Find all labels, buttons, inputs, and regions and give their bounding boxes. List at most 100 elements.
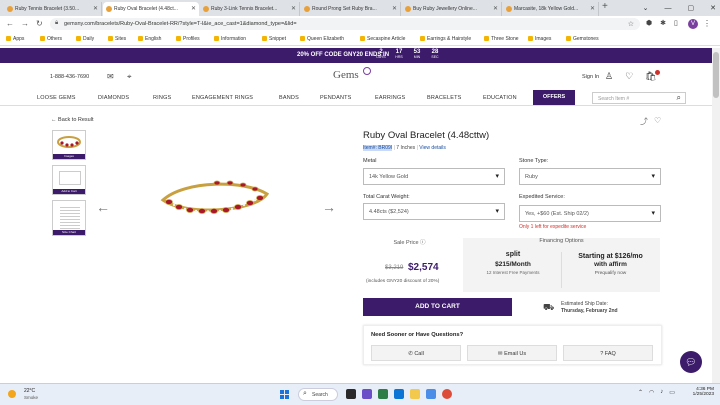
- maximize-icon[interactable]: ▢: [688, 4, 695, 12]
- bookmark-item[interactable]: Daily: [76, 36, 94, 42]
- thumbnail-add-to-cart[interactable]: Add to Cart: [52, 165, 86, 195]
- close-icon[interactable]: ✕: [93, 5, 98, 12]
- page-scrollbar[interactable]: [712, 48, 720, 383]
- browser-tab[interactable]: Marcasite, 18k Yellow Gold... ✕: [503, 2, 599, 16]
- new-tab-button[interactable]: +: [602, 1, 608, 12]
- wishlist-heart-icon[interactable]: ♡: [654, 116, 661, 127]
- bookmark-item[interactable]: Sites: [108, 36, 126, 42]
- bookmark-item[interactable]: English: [138, 36, 161, 42]
- close-icon[interactable]: ✕: [493, 5, 498, 12]
- carat-weight-select[interactable]: 4.48cts ($2,524) ▾: [363, 203, 505, 220]
- info-icon[interactable]: ⓘ: [420, 240, 426, 246]
- metal-select[interactable]: 14k Yellow Gold ▾: [363, 168, 505, 185]
- bookmark-item[interactable]: Others: [40, 36, 62, 42]
- nav-rings[interactable]: RINGS: [153, 95, 171, 101]
- bookmark-item[interactable]: Information: [214, 36, 246, 42]
- url-bar[interactable]: 🔒︎ gemsny.com/bracelets/Ruby-Oval-Bracel…: [50, 18, 640, 30]
- prev-image-arrow-icon[interactable]: ←: [96, 199, 110, 215]
- back-arrow-icon[interactable]: ←: [6, 19, 14, 28]
- bookmark-star-icon[interactable]: ☆: [628, 20, 634, 28]
- browser-tab[interactable]: Ruby Tennis Bracelet (3.50... ✕: [4, 2, 102, 16]
- bookmark-item[interactable]: Apps: [6, 36, 24, 42]
- extension-icon[interactable]: ⬢: [646, 19, 652, 27]
- back-to-results-link[interactable]: ← Back to Result: [51, 117, 94, 123]
- close-icon[interactable]: ✕: [590, 5, 595, 12]
- site-logo[interactable]: Gems: [333, 67, 371, 81]
- email-us-button[interactable]: ✉ Email Us: [467, 345, 557, 361]
- close-icon[interactable]: ✕: [392, 5, 397, 12]
- affirm-option[interactable]: Starting at $126/mo with affirm Prequali…: [563, 253, 658, 276]
- bookmark-item[interactable]: Gemstones: [566, 36, 599, 42]
- nav-bands[interactable]: BANDS: [279, 95, 299, 101]
- nav-engagement-rings[interactable]: ENGAGEMENT RINGS: [192, 95, 253, 101]
- nav-loose-gems[interactable]: LOOSE GEMS: [37, 95, 76, 101]
- user-icon[interactable]: ♙: [605, 71, 613, 82]
- add-to-cart-button[interactable]: ADD TO CART: [363, 298, 512, 316]
- close-icon[interactable]: ✕: [191, 5, 196, 12]
- search-icon[interactable]: ⌕: [677, 93, 681, 103]
- puzzle-icon[interactable]: ✱: [660, 19, 666, 27]
- browser-tab[interactable]: Round Prong Set Ruby Bra... ✕: [301, 2, 401, 16]
- sidebar-icon[interactable]: ▯: [674, 19, 678, 27]
- volume-icon[interactable]: ♪: [660, 389, 663, 396]
- bookmark-item[interactable]: Three Stone: [484, 36, 519, 42]
- scrollbar-thumb[interactable]: [713, 52, 719, 98]
- cart-icon[interactable]: 🛍︎: [645, 70, 660, 82]
- expedited-select[interactable]: Yes, +$60 (Est. Ship 02/2) ▾: [519, 205, 661, 222]
- chat-bubble-icon[interactable]: 💬︎: [680, 351, 702, 373]
- bookmark-item[interactable]: Snippet: [262, 36, 286, 42]
- browser-tab[interactable]: Buy Ruby Jewellery Online... ✕: [402, 2, 502, 16]
- battery-icon[interactable]: ▭: [669, 389, 675, 396]
- faq-button[interactable]: ? FAQ: [563, 345, 653, 361]
- wifi-icon[interactable]: ◠: [649, 389, 654, 396]
- nav-bracelets[interactable]: BRACELETS: [427, 95, 462, 101]
- call-button[interactable]: ✆ Call: [371, 345, 461, 361]
- minimize-icon[interactable]: —: [665, 5, 672, 12]
- forward-arrow-icon[interactable]: →: [21, 19, 29, 28]
- close-icon[interactable]: ✕: [291, 5, 296, 12]
- chrome-icon[interactable]: [442, 389, 452, 399]
- close-window-icon[interactable]: ✕: [710, 4, 716, 12]
- nav-pendants[interactable]: PENDANTS: [320, 95, 352, 101]
- prequalify-link[interactable]: Prequalify now: [563, 271, 658, 276]
- next-image-arrow-icon[interactable]: →: [322, 199, 336, 215]
- skype-icon[interactable]: [394, 389, 404, 399]
- share-icon[interactable]: ⤴: [640, 116, 648, 127]
- envelope-icon[interactable]: ✉: [107, 72, 114, 81]
- site-search-input[interactable]: Search Item # ⌕: [592, 92, 686, 104]
- nav-diamonds[interactable]: DIAMONDS: [98, 95, 129, 101]
- bookmark-item[interactable]: Profiles: [176, 36, 200, 42]
- windows-start-icon[interactable]: [280, 390, 289, 399]
- thumbnail-size-chart[interactable]: Size Chart: [52, 200, 86, 236]
- profile-avatar[interactable]: V: [688, 19, 698, 29]
- app-icon[interactable]: [378, 389, 388, 399]
- view-details-link[interactable]: View details: [419, 145, 446, 151]
- nav-education[interactable]: EDUCATION: [483, 95, 517, 101]
- nav-offers[interactable]: OFFERS: [533, 90, 575, 105]
- mail-icon[interactable]: [426, 389, 436, 399]
- chevron-down-icon[interactable]: ⌄: [643, 4, 649, 12]
- chat-app-icon[interactable]: [362, 389, 372, 399]
- bookmark-item[interactable]: Secaspine Article: [360, 36, 405, 42]
- lock-icon[interactable]: 🔒︎: [55, 20, 58, 27]
- sign-in-link[interactable]: Sign In: [582, 74, 599, 80]
- bookmark-item[interactable]: Images: [528, 36, 551, 42]
- bookmark-item[interactable]: Earrings & Hairstyle: [420, 36, 471, 42]
- browser-tab[interactable]: Ruby 3-Link Tennis Bracelet... ✕: [200, 2, 300, 16]
- browser-tab-active[interactable]: Ruby Oval Bracelet (4.48ct... ✕: [103, 2, 199, 16]
- heart-icon[interactable]: ♡: [625, 71, 633, 82]
- phone-number[interactable]: 1-888-436-7690: [50, 74, 89, 80]
- chevron-up-icon[interactable]: ⌃: [638, 389, 643, 396]
- stone-type-select[interactable]: Ruby ▾: [519, 168, 661, 185]
- nav-earrings[interactable]: EARRINGS: [375, 95, 405, 101]
- clock[interactable]: 4:36 PM 1/25/2023: [684, 387, 714, 397]
- reload-icon[interactable]: ↻: [36, 19, 43, 28]
- splitit-option[interactable]: split $215/Month 12 Interest Free Paymen…: [478, 251, 548, 275]
- thumbnail-images[interactable]: Images: [52, 130, 86, 160]
- file-explorer-icon[interactable]: [410, 389, 420, 399]
- bookmark-item[interactable]: Queen Elizabeth: [300, 36, 344, 42]
- task-view-icon[interactable]: [346, 389, 356, 399]
- taskbar-search[interactable]: ⌕ Search: [298, 388, 338, 401]
- map-pin-icon[interactable]: ⌖: [127, 72, 132, 82]
- menu-dots-icon[interactable]: ⋮: [703, 19, 711, 28]
